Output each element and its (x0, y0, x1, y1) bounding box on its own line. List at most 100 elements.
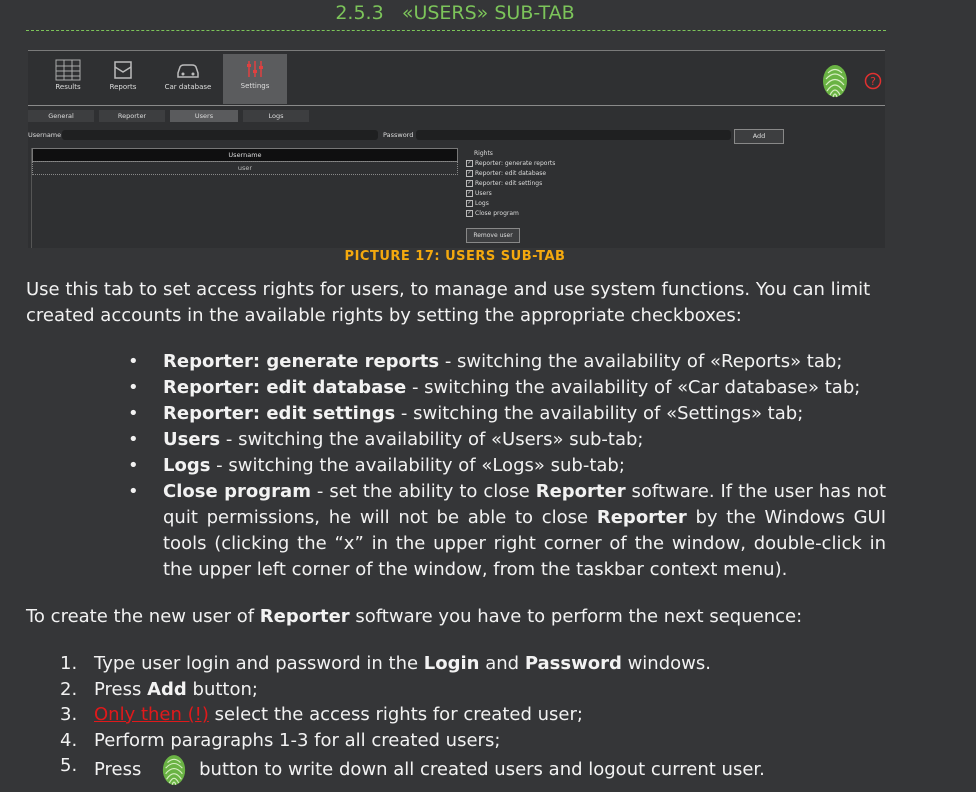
checkbox-checked-icon[interactable]: ✓ (466, 210, 473, 217)
bullet-term: Reporter: edit settings (163, 403, 396, 424)
nav-divider (28, 105, 885, 106)
step-text: button; (186, 678, 258, 700)
create-user-steps: 1. Type user login and password in the Lo… (60, 651, 765, 787)
right-generate-reports[interactable]: ✓ Reporter: generate reports (466, 159, 616, 169)
subtab-reporter[interactable]: Reporter (99, 110, 165, 122)
step-bold: Password (524, 653, 622, 674)
list-item: • Reporter: edit database - switching the… (128, 375, 886, 401)
bullet-icon: • (128, 403, 139, 424)
list-item: 3. Only then (!) select the access rights… (60, 702, 765, 728)
table-header: Username (32, 148, 458, 162)
reports-icon (114, 61, 132, 79)
password-input[interactable] (416, 130, 731, 140)
bullet-icon: • (128, 481, 139, 502)
list-item: • Logs - switching the availability of «L… (128, 453, 886, 479)
bullet-text: - switching the availability of «Car dat… (406, 377, 861, 398)
bullet-term: Reporter: edit database (163, 377, 407, 398)
nav-tab-reports[interactable]: Reports (93, 55, 153, 103)
fingerprint-icon (162, 755, 186, 786)
checkbox-checked-icon[interactable]: ✓ (466, 160, 473, 167)
step-text: select the access rights for created use… (208, 704, 583, 725)
section-number: 2.5.3 (335, 2, 384, 24)
rights-title: Rights (474, 150, 493, 157)
bullet-icon: • (128, 377, 139, 398)
rights-bullet-list: • Reporter: generate reports - switching … (128, 349, 886, 583)
step-text: Press (94, 759, 142, 780)
checkbox-checked-icon[interactable]: ✓ (466, 190, 473, 197)
create-user-intro: To create the new user of Reporter softw… (26, 604, 886, 630)
step-text: Press (94, 678, 148, 700)
svg-text:?: ? (870, 75, 876, 88)
section-heading: 2.5.3 «USERS» SUB-TAB (0, 2, 910, 24)
right-label: Reporter: generate reports (475, 160, 556, 167)
step-number: 4. (60, 729, 78, 751)
list-item: • Users - switching the availability of «… (128, 427, 886, 453)
bullet-text: - switching the availability of «Users» … (220, 429, 644, 450)
checkbox-checked-icon[interactable]: ✓ (466, 170, 473, 177)
bullet-term: Reporter: generate reports (163, 351, 440, 372)
warning-text: Only then (!) (94, 704, 209, 725)
list-item: • Reporter: generate reports - switching … (128, 349, 886, 375)
list-item: 5. Press button to write down all created… (60, 753, 765, 787)
list-item: • Reporter: edit settings - switching the… (128, 401, 886, 427)
list-item: • Close program - set the ability to clos… (128, 479, 886, 583)
heading-divider (26, 30, 886, 31)
right-users[interactable]: ✓ Users (466, 189, 616, 199)
subtab-general[interactable]: General (28, 110, 94, 122)
subtab-users[interactable]: Users (170, 110, 238, 122)
right-label: Users (475, 190, 492, 197)
step-number: 5. (60, 755, 78, 776)
nav-tab-label: Results (55, 83, 81, 91)
right-edit-database[interactable]: ✓ Reporter: edit database (466, 169, 616, 179)
step-text: Perform paragraphs 1-3 for all created u… (94, 729, 501, 751)
results-icon (55, 59, 81, 81)
step-text: Type user login and password in the (94, 653, 424, 674)
bullet-icon: • (128, 351, 139, 372)
bullet-text: - switching the availability of «Logs» s… (210, 455, 625, 476)
intro-paragraph: Use this tab to set access rights for us… (26, 279, 871, 326)
nav-tab-car-database[interactable]: Car database (158, 55, 218, 103)
users-subtab-screenshot: Results Reports Car database Settings ? … (28, 50, 885, 248)
list-item: 2. Press Add button; (60, 677, 765, 703)
app-name: Reporter (259, 606, 350, 627)
username-label: Username (28, 131, 62, 139)
step-text: button to write down all created users a… (199, 759, 765, 780)
users-table: Username user (31, 148, 458, 248)
help-icon[interactable]: ? (864, 72, 882, 90)
right-close-program[interactable]: ✓ Close program (466, 209, 616, 219)
bullet-term: Logs (163, 455, 211, 476)
bullet-icon: • (128, 455, 139, 476)
table-row[interactable]: user (32, 161, 458, 175)
settings-icon (247, 61, 263, 77)
step-text: windows. (621, 653, 711, 674)
nav-tab-label: Reports (109, 83, 137, 91)
nav-tab-results[interactable]: Results (38, 55, 98, 103)
fingerprint-logout-icon[interactable] (821, 63, 849, 99)
step-number: 3. (60, 704, 78, 725)
right-label: Close program (475, 210, 519, 217)
bullet-text: - switching the availability of «Reports… (439, 351, 843, 372)
checkbox-checked-icon[interactable]: ✓ (466, 200, 473, 207)
nav-tab-label: Settings (240, 82, 270, 90)
app-name: Reporter (535, 481, 626, 502)
add-button[interactable]: Add (734, 129, 784, 144)
right-label: Logs (475, 200, 489, 207)
nav-tab-settings[interactable]: Settings (223, 54, 287, 104)
step-text: and (479, 653, 525, 674)
username-input[interactable] (62, 130, 378, 140)
rights-panel: Rights ✓ Reporter: generate reports ✓ Repo… (466, 149, 616, 219)
list-item: 1. Type user login and password in the Lo… (60, 651, 765, 677)
bullet-icon: • (128, 429, 139, 450)
bullet-term: Close program (163, 481, 311, 502)
right-edit-settings[interactable]: ✓ Reporter: edit settings (466, 179, 616, 189)
right-logs[interactable]: ✓ Logs (466, 199, 616, 209)
remove-user-button[interactable]: Remove user (466, 228, 520, 243)
right-label: Reporter: edit settings (475, 180, 543, 187)
figure-caption: PICTURE 17: USERS SUB-TAB (344, 249, 566, 264)
step-bold: Add (147, 678, 187, 700)
app-name: Reporter (596, 507, 687, 528)
car-icon (177, 64, 199, 78)
subtab-logs[interactable]: Logs (243, 110, 309, 122)
checkbox-checked-icon[interactable]: ✓ (466, 180, 473, 187)
text: To create the new user of (26, 606, 260, 627)
